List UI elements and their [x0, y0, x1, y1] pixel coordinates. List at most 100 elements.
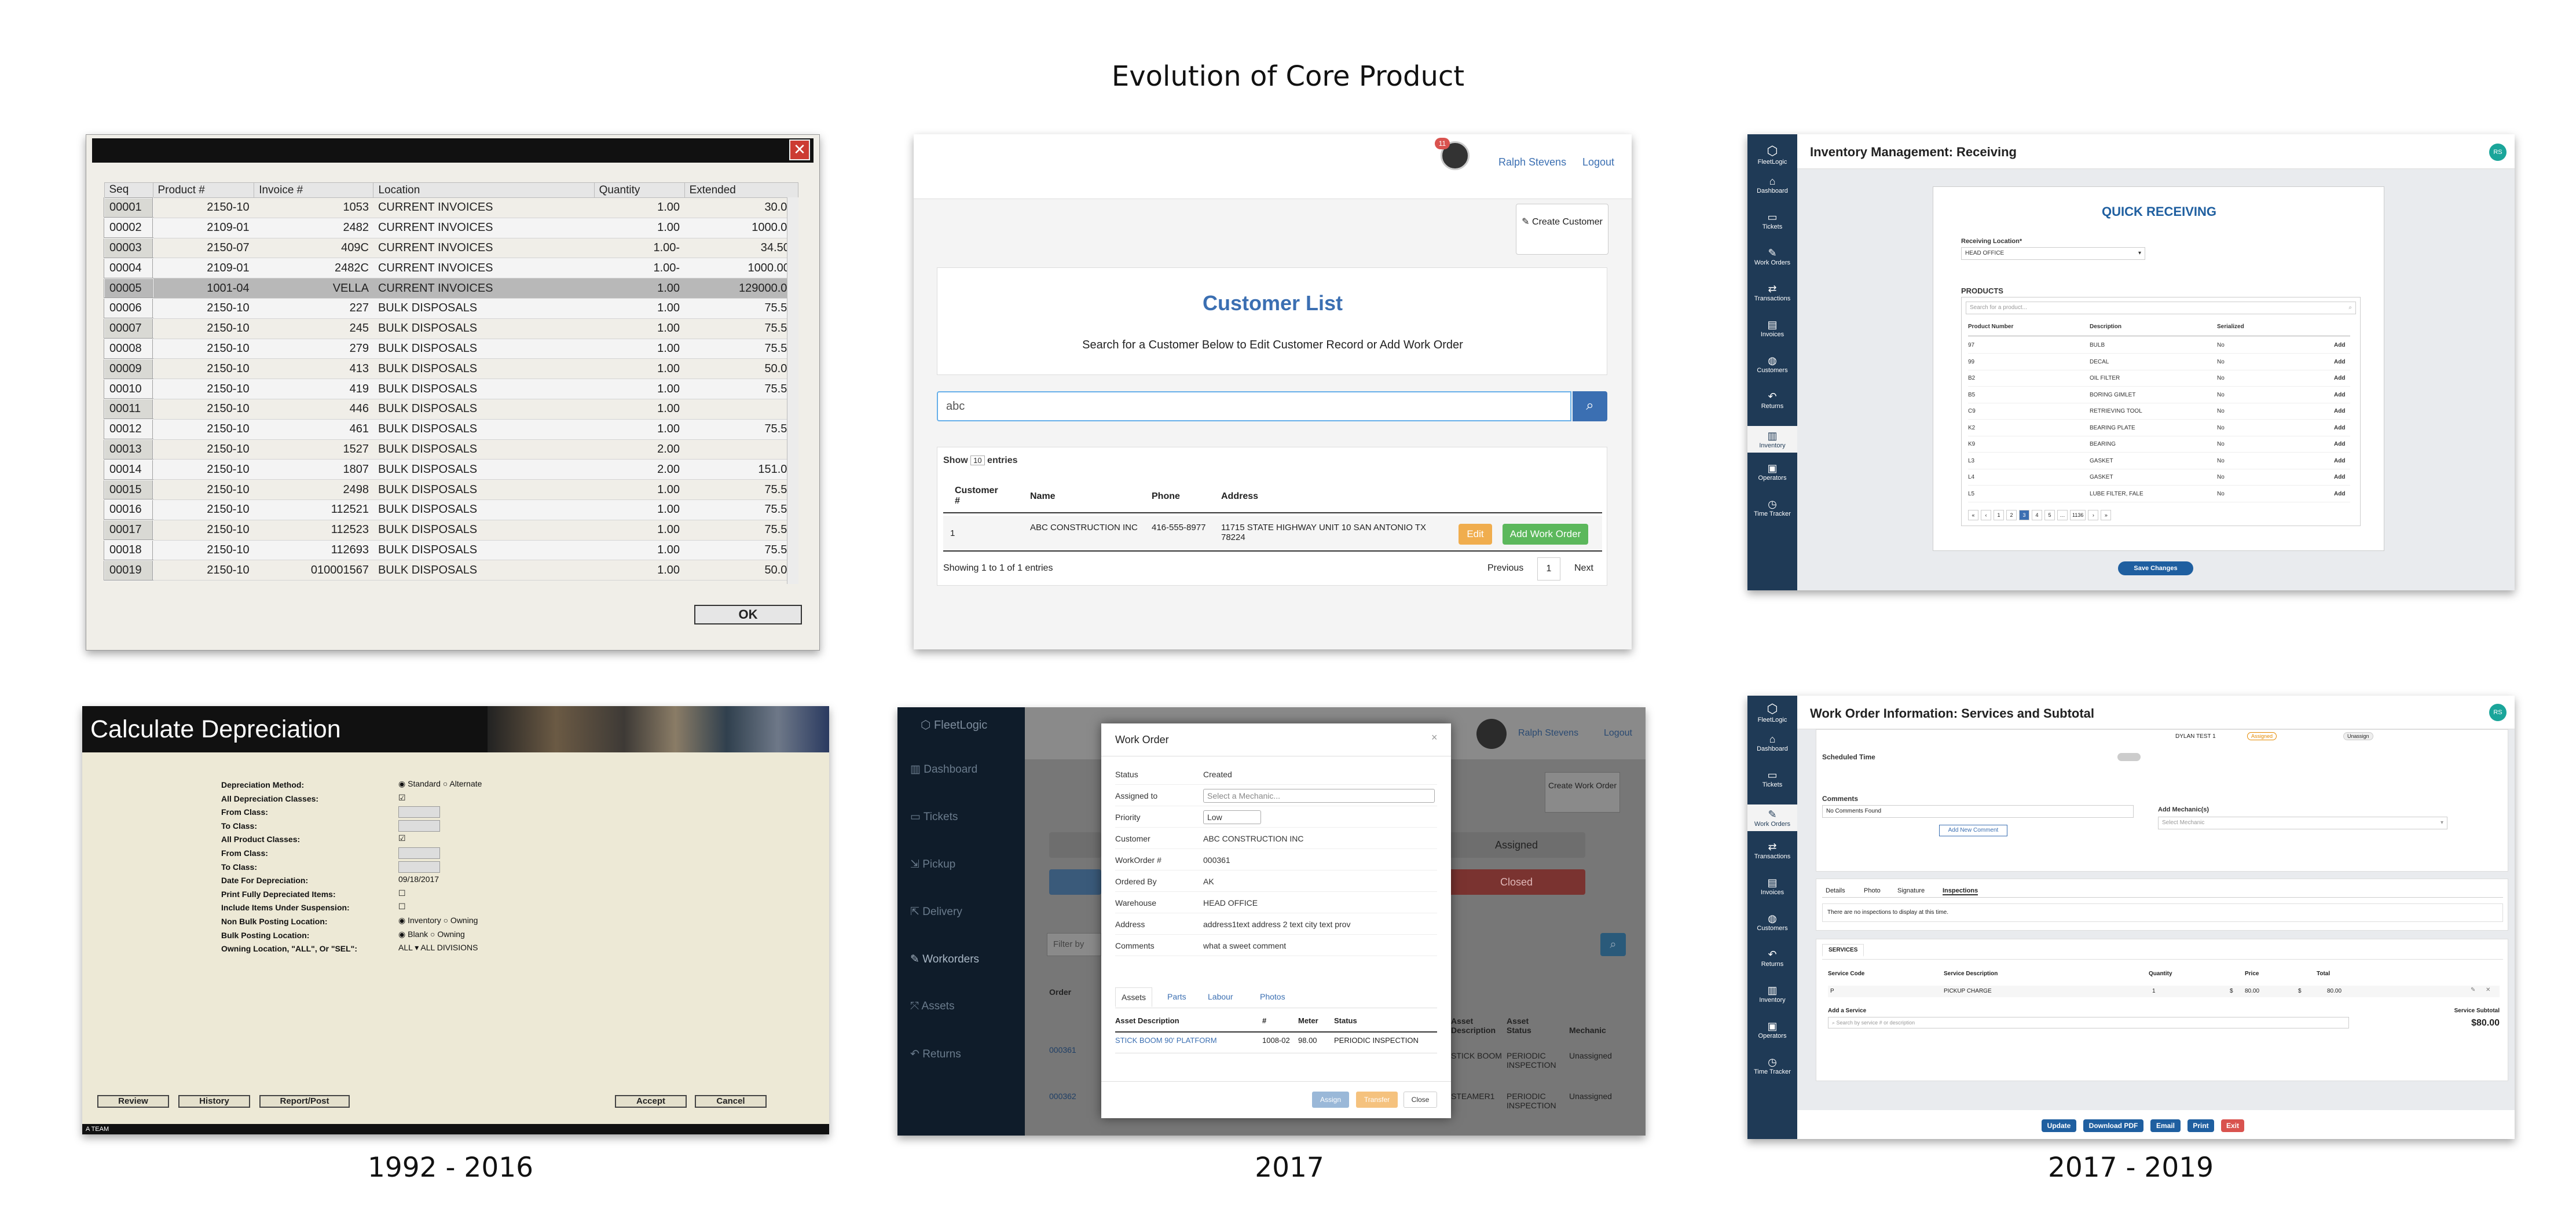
sidebar-item-tickets[interactable]: ▭ Tickets [1747, 769, 1797, 788]
page-button[interactable]: 5 [2044, 510, 2055, 520]
location-select[interactable]: HEAD OFFICE ▾ [1961, 247, 2145, 260]
table-row[interactable]: 00013 2150-10 1527 BULK DISPOSALS 2.00 [104, 439, 798, 460]
page-button[interactable]: 1 [1994, 510, 2004, 520]
add-product-button[interactable]: Add [2334, 425, 2345, 431]
close-icon[interactable]: × [1431, 732, 1438, 744]
table-row[interactable]: 00009 2150-10 413 BULK DISPOSALS 1.00 50.00 [104, 358, 798, 380]
add-product-button[interactable]: Add [2334, 408, 2345, 414]
table-row[interactable]: 00006 2150-10 227 BULK DISPOSALS 1.00 75.51 [104, 297, 798, 319]
accept-button[interactable]: Accept [615, 1095, 687, 1108]
page-button[interactable]: 2 [2006, 510, 2017, 520]
add-product-button[interactable]: Add [2334, 342, 2345, 348]
bg-order-1[interactable]: 000361 [1049, 1045, 1076, 1055]
sidebar-item-inventory[interactable]: ▥ Inventory [1747, 984, 1797, 1004]
tab-photo[interactable]: Photo [1864, 887, 1881, 894]
class-input[interactable] [398, 861, 440, 873]
field-value[interactable]: ◉ Blank ○ Owning [398, 930, 465, 939]
product-search-input[interactable]: Search for a product... ⌕ [1966, 302, 2356, 314]
sidebar-item-work-orders[interactable]: ✎ Work Orders [1747, 804, 1797, 831]
sidebar-item-inventory[interactable]: ▥ Inventory [1747, 426, 1797, 453]
table-row[interactable]: 00018 2150-10 112693 BULK DISPOSALS 1.00 75.5… [104, 539, 798, 561]
sidebar-item-assets[interactable]: ⤧ Assets [910, 1000, 954, 1013]
page-button[interactable]: » [2101, 510, 2112, 520]
add-work-order-button[interactable]: Add Work Order [1503, 524, 1588, 545]
table-row[interactable]: 00011 2150-10 446 BULK DISPOSALS 1.00 [104, 398, 798, 420]
service-search-input[interactable]: ⌕ Search by service # or description [1828, 1017, 2349, 1028]
table-row[interactable]: 00019 2150-10 010001567 BULK DISPOSALS 1.00 5… [104, 559, 798, 581]
search-icon[interactable]: ⌕ [1600, 933, 1626, 956]
tab-parts[interactable]: Parts [1167, 992, 1186, 1001]
add-product-button[interactable]: Add [2334, 359, 2345, 365]
table-row[interactable]: 00005 1001-04 VELLA CURRENT INVOICES 1.00 129… [104, 277, 798, 299]
avatar[interactable] [1476, 719, 1507, 749]
open-filter[interactable] [1049, 869, 1101, 895]
grid-column-header[interactable]: Location [373, 182, 595, 198]
grid-column-header[interactable]: Quantity [593, 182, 685, 198]
edit-button[interactable]: Edit [1459, 524, 1492, 545]
grid-column-header[interactable]: Invoice # [254, 182, 374, 198]
sidebar-item-time-tracker[interactable]: ◷ Time Tracker [1747, 498, 1797, 517]
sidebar-item-invoices[interactable]: ▤ Invoices [1747, 876, 1797, 896]
field-value[interactable]: ALL ▾ ALL DIVISIONS [398, 943, 478, 953]
scrollbar[interactable] [787, 197, 798, 584]
col-phone[interactable]: Phone [1152, 491, 1180, 502]
filter-input[interactable]: Filter by [1047, 933, 1101, 956]
cancel-button[interactable]: Cancel [695, 1095, 767, 1108]
tab-services[interactable]: SERVICES [1822, 944, 1864, 957]
sidebar-item-returns[interactable]: ↶ Returns [910, 1048, 961, 1061]
class-input[interactable] [398, 847, 440, 859]
asset-desc-link[interactable]: STICK BOOM 90' PLATFORM [1115, 1036, 1217, 1045]
save-changes-button[interactable]: Save Changes [2118, 561, 2193, 575]
table-row[interactable]: 00002 2109-01 2482 CURRENT INVOICES 1.00 1000… [104, 217, 798, 239]
sidebar-item-transactions[interactable]: ⇄ Transactions [1747, 282, 1797, 302]
table-row[interactable]: 00012 2150-10 461 BULK DISPOSALS 1.00 75.51 [104, 418, 798, 440]
class-input[interactable] [398, 806, 440, 818]
sidebar-item-tickets[interactable]: ▭ Tickets [910, 810, 958, 824]
sidebar-item-tickets[interactable]: ▭ Tickets [1747, 211, 1797, 230]
logout-link[interactable]: Logout [1604, 728, 1632, 739]
field-select[interactable]: Select a Mechanic... [1203, 789, 1435, 803]
page-button[interactable]: « [1968, 510, 1978, 520]
email-button[interactable]: Email [2150, 1119, 2181, 1132]
sidebar-item-workorders[interactable]: ✎ Workorders [910, 953, 979, 966]
page-size-select[interactable]: 10 [970, 455, 985, 465]
page-button[interactable]: ‹ [1981, 510, 1991, 520]
tab-inspections[interactable]: Inspections [1943, 887, 1978, 895]
logout-link[interactable]: Logout [1582, 156, 1614, 168]
add-product-button[interactable]: Add [2334, 441, 2345, 447]
history-button[interactable]: History [178, 1095, 250, 1108]
page-button[interactable]: 4 [2032, 510, 2042, 520]
assign-button[interactable]: Assign [1312, 1092, 1349, 1108]
create-customer-button[interactable]: ✎ Create Customer [1516, 204, 1608, 255]
table-row[interactable]: 00007 2150-10 245 BULK DISPOSALS 1.00 75.51 [104, 318, 798, 340]
tab-signature[interactable]: Signature [1897, 887, 1925, 894]
sidebar-item-dashboard[interactable]: ⌂ Dashboard [1747, 175, 1797, 194]
sidebar-item-customers[interactable]: ◍ Customers [1747, 354, 1797, 374]
sidebar-item-returns[interactable]: ↶ Returns [1747, 948, 1797, 968]
next-button[interactable]: Next [1574, 563, 1593, 574]
tab-labour[interactable]: Labour [1208, 992, 1233, 1001]
assigned-filter[interactable]: Assigned [1448, 832, 1585, 858]
field-value[interactable]: ◉ Standard ○ Alternate [398, 779, 482, 789]
tab-details[interactable]: Details [1826, 887, 1845, 894]
sidebar-item-operators[interactable]: ▣ Operators [1747, 1020, 1797, 1039]
table-row[interactable]: 00004 2109-01 2482C CURRENT INVOICES 1.00- 10… [104, 257, 798, 279]
sidebar-item-work-orders[interactable]: ✎ Work Orders [1747, 247, 1797, 266]
class-input[interactable] [398, 820, 440, 832]
page-button[interactable]: … [2057, 510, 2068, 520]
table-row[interactable]: 00010 2150-10 419 BULK DISPOSALS 1.00 75.51 [104, 378, 798, 400]
field-value[interactable]: ◉ Inventory ○ Owning [398, 916, 478, 925]
table-row[interactable]: 00001 2150-10 1053 CURRENT INVOICES 1.00 30.0… [104, 197, 798, 219]
tab-assets[interactable]: Assets [1115, 987, 1153, 1007]
unassign-button[interactable]: Unassign [2343, 732, 2373, 740]
col-address[interactable]: Address [1221, 491, 1258, 502]
review-button[interactable]: Review [97, 1095, 169, 1108]
sidebar-item-returns[interactable]: ↶ Returns [1747, 390, 1797, 410]
close-icon[interactable]: ✕ [789, 139, 810, 160]
delete-icon[interactable]: ✕ [2486, 987, 2490, 993]
add-product-button[interactable]: Add [2334, 392, 2345, 398]
field-select[interactable]: Low [1203, 810, 1261, 824]
sidebar-item-transactions[interactable]: ⇄ Transactions [1747, 840, 1797, 860]
table-row[interactable]: 00014 2150-10 1807 BULK DISPOSALS 2.00 151.02 [104, 458, 798, 480]
table-row[interactable]: 00016 2150-10 112521 BULK DISPOSALS 1.00 75.5… [104, 499, 798, 521]
